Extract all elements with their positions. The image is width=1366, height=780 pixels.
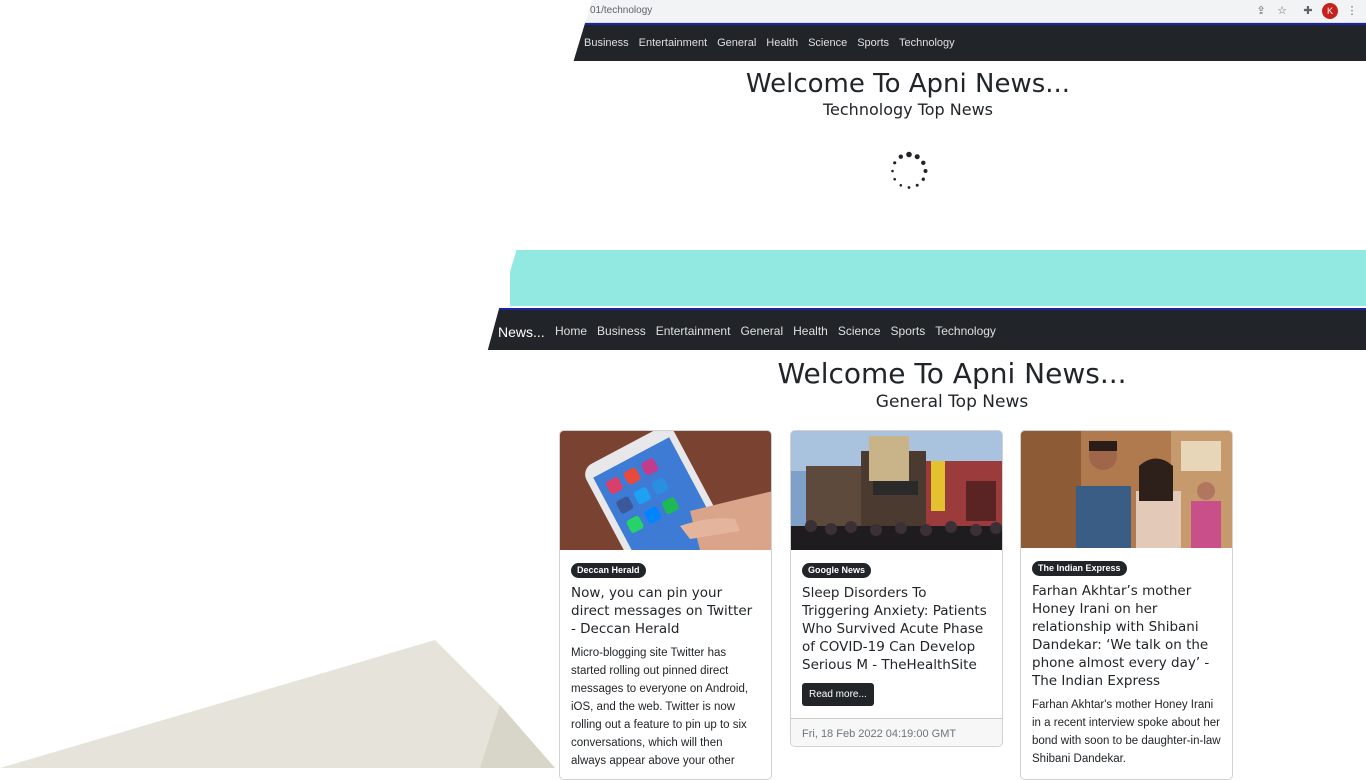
- nav-item-business[interactable]: Business: [584, 37, 629, 49]
- source-badge: Deccan Herald: [571, 563, 646, 578]
- page-subtitle: General Top News: [875, 392, 1029, 412]
- browser-toolbar: 01/technology ⇪ ☆ ✚ K ⋮: [0, 0, 1366, 23]
- nav-item-sports[interactable]: Sports: [857, 37, 889, 49]
- news-image: [560, 431, 771, 550]
- nav-item-health[interactable]: Health: [766, 37, 798, 49]
- nav-item-business[interactable]: Business: [597, 324, 646, 338]
- news-description: Farhan Akhtar's mother Honey Irani in a …: [1032, 699, 1221, 765]
- nav-item-health[interactable]: Health: [793, 324, 828, 338]
- top-heading: Welcome To Apni News... Technology Top N…: [600, 68, 1216, 120]
- news-card: Google News Sleep Disorders To Triggerin…: [790, 430, 1003, 747]
- profile-avatar[interactable]: K: [1322, 3, 1338, 19]
- bottom-heading: Welcome To Apni News... General Top News: [640, 357, 1264, 413]
- menu-icon[interactable]: ⋮: [1344, 3, 1360, 19]
- news-card: Deccan Herald Now, you can pin your dire…: [559, 430, 772, 780]
- nav-item-technology[interactable]: Technology: [935, 324, 996, 338]
- news-title: Farhan Akhtar’s mother Honey Irani on he…: [1032, 583, 1210, 689]
- bottom-navbar: News... Home Business Entertainment Gene…: [0, 308, 1366, 350]
- share-icon[interactable]: ⇪: [1253, 3, 1269, 19]
- news-title: Sleep Disorders To Triggering Anxiety: P…: [802, 585, 987, 673]
- star-icon[interactable]: ☆: [1274, 3, 1290, 19]
- teal-band: [510, 250, 1366, 306]
- nav-item-general[interactable]: General: [740, 324, 783, 338]
- nav-item-sports[interactable]: Sports: [891, 324, 926, 338]
- news-image: [791, 431, 1002, 550]
- nav-item-science[interactable]: Science: [838, 324, 881, 338]
- nav-item-entertainment[interactable]: Entertainment: [656, 324, 731, 338]
- page-subtitle: Technology Top News: [822, 100, 994, 119]
- news-title: Now, you can pin your direct messages on…: [571, 585, 753, 637]
- news-description: Micro-blogging site Twitter has started …: [571, 647, 749, 767]
- bottom-nav-items: Home Business Entertainment General Heal…: [555, 324, 996, 338]
- read-more-button[interactable]: Read more...: [802, 683, 874, 706]
- page-title: Welcome To Apni News...: [777, 357, 1127, 390]
- extensions-icon[interactable]: ✚: [1300, 3, 1316, 19]
- card-footer: Fri, 18 Feb 2022 04:19:00 GMT: [791, 718, 1002, 746]
- source-badge: Google News: [802, 563, 872, 578]
- address-bar-url[interactable]: 01/technology: [590, 5, 652, 16]
- loading-spinner-icon: [891, 151, 928, 189]
- top-navbar: Business Entertainment General Health Sc…: [0, 23, 1366, 61]
- nav-item-home[interactable]: Home: [555, 324, 587, 338]
- published-date: Fri, 18 Feb 2022 04:19:00 GMT: [802, 728, 957, 740]
- navbar-brand[interactable]: News...: [498, 324, 545, 340]
- nav-item-entertainment[interactable]: Entertainment: [639, 37, 707, 49]
- nav-item-general[interactable]: General: [717, 37, 756, 49]
- news-image: [1021, 431, 1232, 548]
- source-badge: The Indian Express: [1032, 561, 1127, 576]
- nav-item-science[interactable]: Science: [808, 37, 847, 49]
- nav-item-technology[interactable]: Technology: [899, 37, 955, 49]
- page-title: Welcome To Apni News...: [745, 69, 1071, 99]
- top-nav-items: Business Entertainment General Health Sc…: [584, 37, 955, 49]
- news-card: The Indian Express Farhan Akhtar’s mothe…: [1020, 430, 1233, 780]
